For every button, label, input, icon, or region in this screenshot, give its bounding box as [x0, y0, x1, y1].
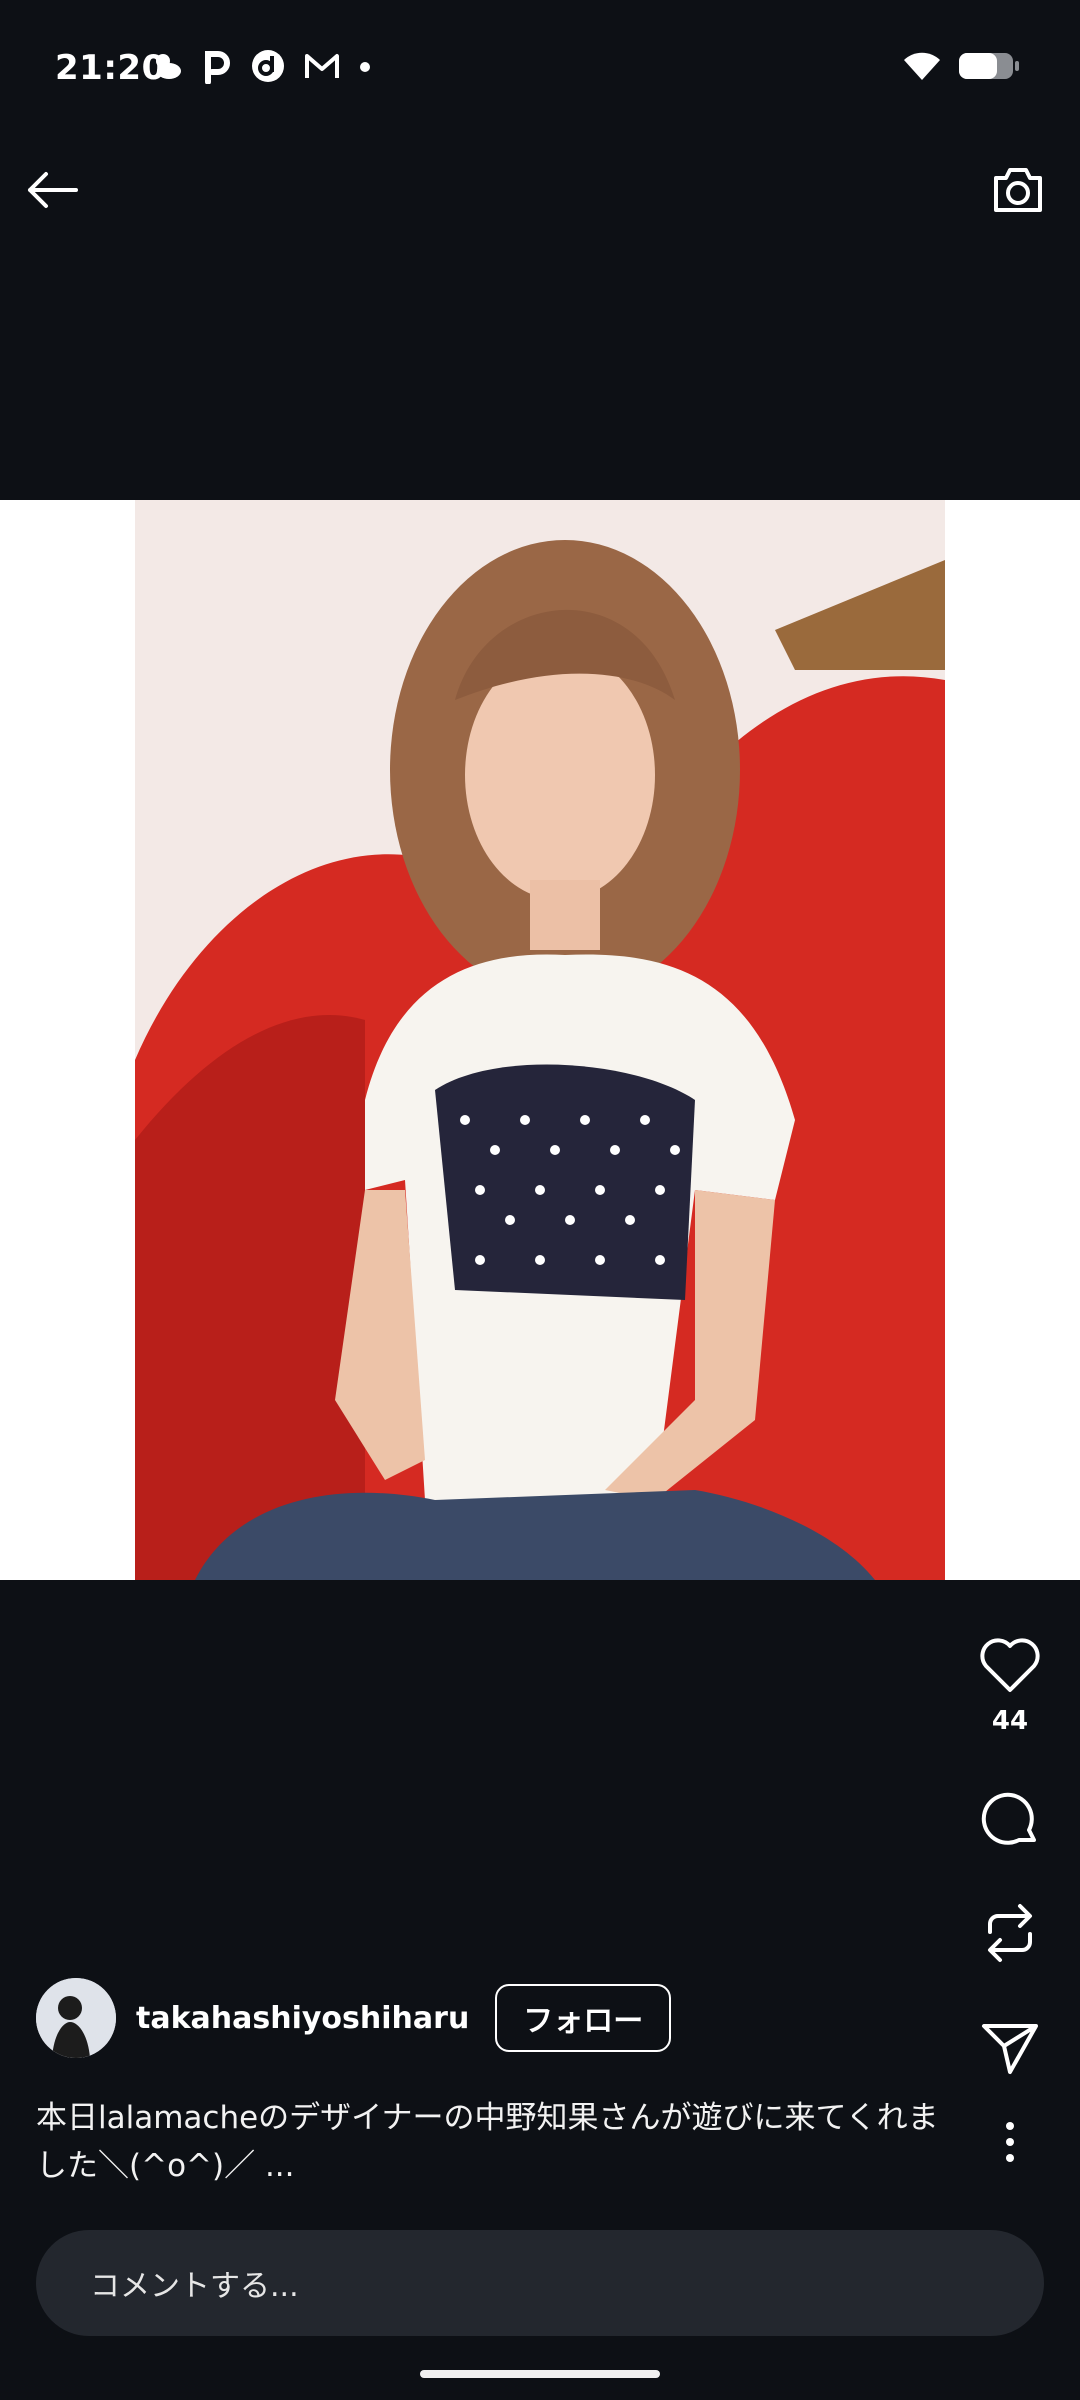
app-bar: [0, 132, 1080, 262]
comment-placeholder: コメントする...: [90, 2269, 299, 2304]
notification-icons: [150, 48, 372, 88]
follow-button[interactable]: フォロー: [495, 1984, 672, 2052]
share-action: [940, 2020, 1080, 2080]
more-vertical-icon[interactable]: [1000, 2120, 1020, 2168]
wifi-icon: [902, 50, 942, 86]
post-media[interactable]: [0, 500, 1080, 1580]
comment-input[interactable]: コメントする...: [36, 2230, 1044, 2336]
like-count: 44: [991, 1706, 1029, 1736]
author-row: takahashiyoshiharu フォロー: [36, 1978, 672, 2058]
system-status: [902, 50, 1020, 86]
weather-icon: [150, 51, 184, 85]
home-indicator[interactable]: [420, 2370, 660, 2378]
repost-action: [940, 1902, 1080, 1968]
send-icon[interactable]: [980, 2020, 1040, 2080]
like-action: 44: [940, 1636, 1080, 1736]
repost-icon[interactable]: [980, 1902, 1040, 1968]
post-caption[interactable]: 本日lalamacheのデザイナーの中野知果さんが遊びに来てくれました＼(^o^…: [36, 2094, 956, 2190]
post-screen: 21:20 44 takahashiyoshiharu フォロー 本日lalam…: [0, 0, 1080, 2400]
post-photo: [135, 500, 945, 1580]
avatar[interactable]: [36, 1978, 116, 2058]
comment-icon[interactable]: [979, 1788, 1041, 1854]
camera-button[interactable]: [986, 160, 1050, 224]
more-action: [940, 2120, 1080, 2168]
d-app-icon: [250, 48, 286, 88]
battery-icon: [958, 51, 1020, 85]
back-button[interactable]: [22, 162, 82, 222]
p-app-icon: [202, 48, 232, 88]
status-bar: 21:20: [0, 0, 1080, 132]
author-username[interactable]: takahashiyoshiharu: [136, 2001, 469, 2036]
arrow-left-icon: [26, 170, 78, 214]
camera-icon: [990, 164, 1046, 220]
dot-icon: [358, 59, 372, 78]
heart-icon[interactable]: [978, 1636, 1042, 1698]
mail-icon: [304, 51, 340, 85]
comment-action: [940, 1788, 1080, 1854]
